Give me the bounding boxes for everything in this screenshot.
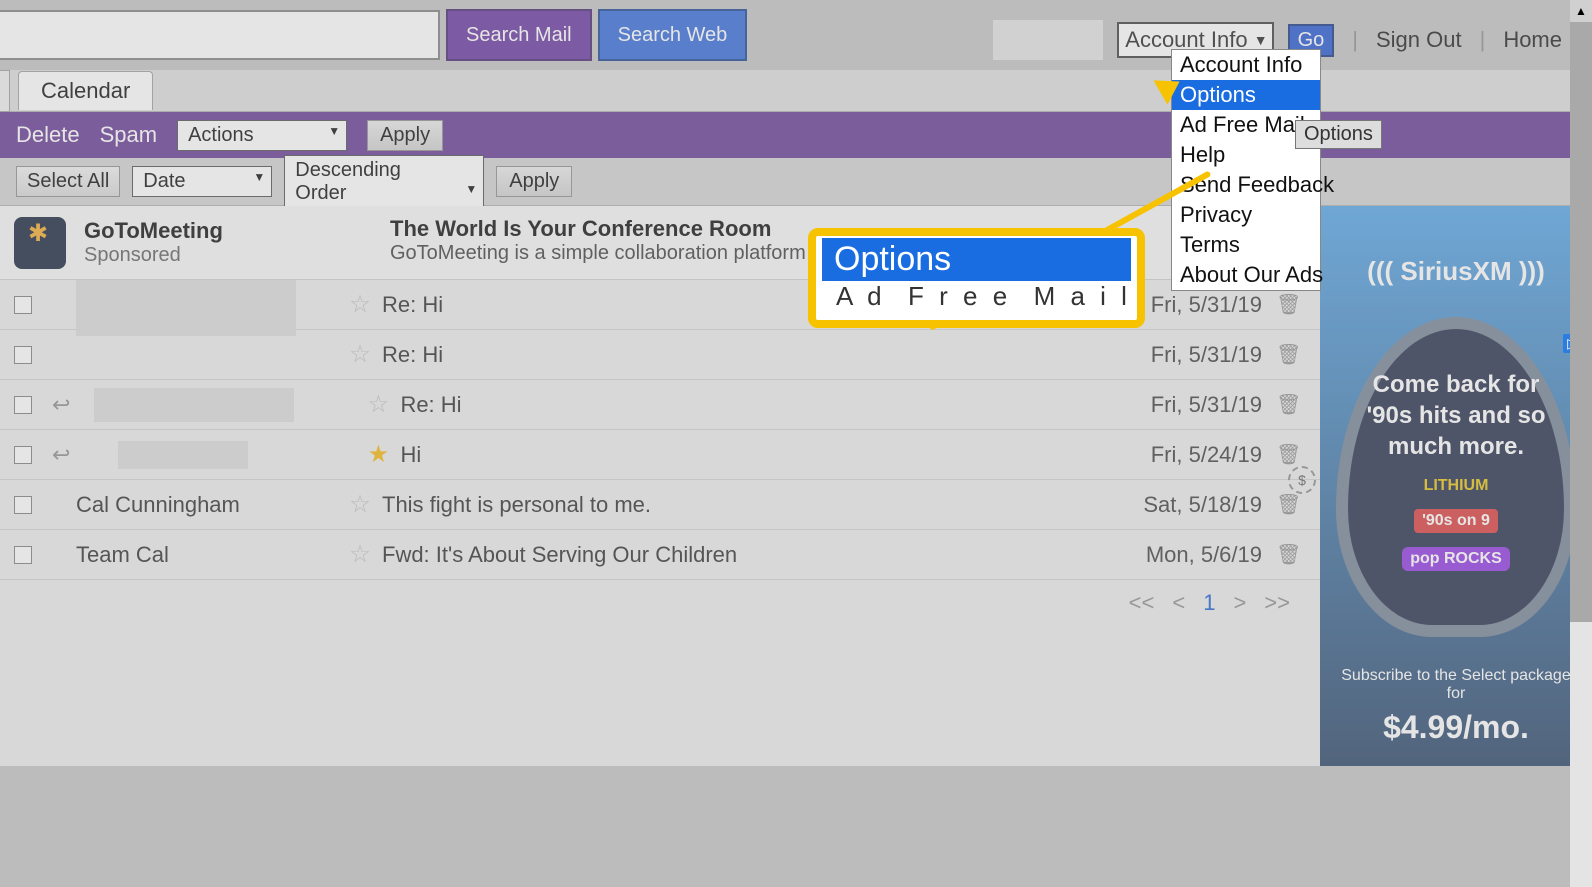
star-icon[interactable]: ☆ [346,540,374,569]
pager-current[interactable]: 1 [1203,590,1215,616]
reply-icon: ↩ [52,442,70,468]
divider: | [1348,27,1362,53]
row-checkbox[interactable] [14,546,32,564]
tabs-row: Calendar [0,70,1592,112]
account-dropdown[interactable]: Account InfoOptionsAd Free MailHelpSend … [1171,49,1321,291]
sender-name: Team Cal [76,542,169,567]
reply-icon: ↩ [52,392,70,418]
trash-icon[interactable]: 🗑 [1276,342,1306,367]
siriusxm-logo: ((( SiriusXM ))) [1330,256,1582,287]
sidebar-ad[interactable]: ▷ ((( SiriusXM ))) Come back for '90s hi… [1320,206,1592,766]
row-checkbox[interactable] [14,446,32,464]
callout-under: A d F r e e M a i l [822,281,1131,312]
dropdown-item-options[interactable]: Options [1172,80,1320,110]
sign-out-link[interactable]: Sign Out [1376,27,1462,53]
sender-blurred [76,274,296,336]
dropdown-item-privacy[interactable]: Privacy [1172,200,1320,230]
filter-bar: Select All Date Descending Order Apply [0,158,1592,206]
mail-date: Sat, 5/18/19 [1102,492,1262,518]
pager-next[interactable]: > [1233,590,1246,616]
pager: << < 1 > >> [0,580,1320,626]
pager-prev[interactable]: < [1172,590,1185,616]
sponsored-sub: GoToMeeting is a simple collaboration pl… [390,242,806,265]
scrollbar[interactable]: ▲ [1570,0,1592,887]
sender-name: Cal Cunningham [76,492,240,517]
delete-button[interactable]: Delete [16,122,80,148]
ad-chip-lithium: LITHIUM [1364,477,1548,495]
divider: | [1476,27,1490,53]
search-input[interactable] [0,10,440,60]
spam-button[interactable]: Spam [100,122,157,148]
pager-last[interactable]: >> [1264,590,1290,616]
star-icon[interactable]: ☆ [364,390,392,419]
subject: Fwd: It's About Serving Our Children [382,542,1102,568]
actions-select[interactable]: Actions [177,120,347,151]
search-web-button[interactable]: Search Web [598,9,748,61]
mail-row[interactable]: Cal Cunningham ☆ This fight is personal to… [0,480,1320,530]
star-icon[interactable]: ☆ [346,340,374,369]
dropdown-item-terms[interactable]: Terms [1172,230,1320,260]
trash-icon[interactable]: 🗑 [1276,292,1306,317]
select-all-button[interactable]: Select All [16,166,120,197]
gotomeeting-logo-icon [14,217,66,269]
apply-filter-button[interactable]: Apply [496,166,572,197]
options-tooltip: Options [1295,120,1382,149]
apply-actions-button[interactable]: Apply [367,120,443,151]
ad-headline: Come back for '90s hits and so much more… [1364,369,1548,463]
subject: This fight is personal to me. [382,492,1102,518]
user-name-blurred [993,20,1103,60]
ad-chip-90s: '90s on 9 [1414,509,1498,533]
sponsored-headline: The World Is Your Conference Room [390,216,806,242]
sponsored-tag: Sponsored [84,244,223,267]
trash-icon[interactable]: 🗑 [1276,392,1306,417]
mail-date: Fri, 5/24/19 [1102,442,1262,468]
star-icon[interactable]: ☆ [346,490,374,519]
search-mail-button[interactable]: Search Mail [446,9,592,61]
sender-blurred [94,388,294,422]
mail-date: Fri, 5/31/19 [1102,392,1262,418]
dropdown-item-account-info[interactable]: Account Info [1172,50,1320,80]
mail-row[interactable]: ↩ ☆ Re: HiFri, 5/31/19 🗑 [0,380,1320,430]
trash-icon[interactable]: 🗑 [1276,492,1306,517]
ad-price: $4.99/mo. [1330,709,1582,746]
sort-field-select[interactable]: Date [132,166,272,197]
top-bar: Search Mail Search Web Account Info Go |… [0,0,1592,70]
mail-row[interactable]: ☆ Re: HiFri, 5/31/19 🗑 [0,330,1320,380]
sender-blurred [118,441,248,469]
subject: Re: Hi [400,392,1102,418]
mail-date: Fri, 5/31/19 [1102,342,1262,368]
mail-row[interactable]: ↩ ★ HiFri, 5/24/19 🗑 [0,430,1320,480]
dropdown-item-about-our-ads[interactable]: About Our Ads [1172,260,1320,290]
row-checkbox[interactable] [14,296,32,314]
row-checkbox[interactable] [14,496,32,514]
scroll-up-icon[interactable]: ▲ [1570,0,1592,22]
star-icon[interactable]: ★ [364,440,392,469]
sponsored-name: GoToMeeting [84,218,223,244]
sort-order-select[interactable]: Descending Order [284,155,484,209]
trash-icon[interactable]: 🗑 [1276,442,1306,467]
callout-title: Options [822,238,1131,281]
tab-partial[interactable] [0,70,10,112]
scroll-thumb[interactable] [1570,22,1592,622]
subject: Hi [400,442,1102,468]
row-checkbox[interactable] [14,346,32,364]
callout-highlight: Options A d F r e e M a i l [808,228,1145,328]
mail-date: Mon, 5/6/19 [1102,542,1262,568]
pager-first[interactable]: << [1129,590,1155,616]
mail-row[interactable]: Team Cal ☆ Fwd: It's About Serving Our Chi… [0,530,1320,580]
star-icon[interactable]: ☆ [346,290,374,319]
tab-calendar[interactable]: Calendar [18,71,153,110]
ad-subtext: Subscribe to the Select package for [1330,667,1582,703]
subject: Re: Hi [382,342,1102,368]
trash-icon[interactable]: 🗑 [1276,542,1306,567]
home-link[interactable]: Home [1503,27,1562,53]
row-checkbox[interactable] [14,396,32,414]
ad-chip-poprocks: pop ROCKS [1402,547,1510,571]
ad-info-icon[interactable]: $ [1288,466,1316,494]
